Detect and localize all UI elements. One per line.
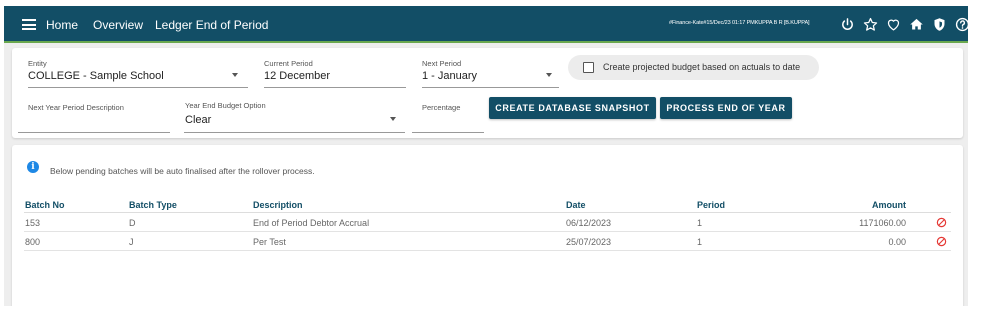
home-icon[interactable] [908, 16, 924, 32]
year-end-budget-label: Year End Budget Option [185, 101, 266, 110]
chevron-down-icon [232, 73, 238, 77]
current-period-label: Current Period [264, 59, 313, 68]
cell-batch-type: J [129, 237, 134, 247]
year-end-budget-option-select[interactable]: Year End Budget Option Clear [184, 101, 405, 133]
info-icon: i [27, 161, 39, 173]
cell-description: End of Period Debtor Accrual [253, 218, 370, 228]
pending-batches-panel: i Below pending batches will be auto fin… [12, 145, 963, 306]
star-icon[interactable] [862, 16, 878, 32]
entity-select[interactable]: Entity COLLEGE - Sample School [28, 59, 248, 88]
percentage-label: Percentage [422, 103, 461, 112]
process-end-of-year-button[interactable]: PROCESS END OF YEAR [660, 97, 792, 119]
power-icon[interactable] [839, 16, 855, 32]
entity-label: Entity [28, 59, 47, 68]
next-year-desc-label: Next Year Period Description [28, 103, 124, 112]
shield-icon[interactable] [931, 16, 947, 32]
nav-home[interactable]: Home [46, 18, 78, 32]
heart-icon[interactable] [885, 16, 901, 32]
chevron-down-icon [390, 117, 396, 121]
nav-ledger-end-of-period[interactable]: Ledger End of Period [155, 18, 268, 32]
next-year-period-description-field[interactable]: Next Year Period Description [18, 101, 170, 133]
cell-amount: 0.00 [888, 237, 906, 247]
cell-date: 06/12/2023 [566, 218, 612, 228]
end-of-period-form: Entity COLLEGE - Sample School Current P… [12, 48, 963, 138]
cell-batch-no: 800 [25, 237, 41, 247]
current-period-value: 12 December [264, 70, 331, 82]
cell-amount: 1171060.00 [859, 218, 906, 228]
nav-overview[interactable]: Overview [93, 18, 143, 32]
col-batch-type[interactable]: Batch Type [129, 200, 177, 210]
user-session-info: #Finance-Kate#15/Dec/23 01:17 PMKUPPA B … [669, 20, 810, 26]
entity-value: COLLEGE - Sample School [28, 70, 164, 82]
col-amount[interactable]: Amount [872, 200, 906, 210]
table-row[interactable]: 153 D End of Period Debtor Accrual 06/12… [24, 213, 951, 232]
cell-description: Per Test [253, 237, 286, 247]
help-icon[interactable] [954, 16, 968, 32]
table-row[interactable]: 800 J Per Test 25/07/2023 1 0.00 [24, 232, 951, 251]
cell-period: 1 [697, 237, 703, 247]
cell-batch-type: D [129, 218, 136, 228]
cell-batch-no: 153 [25, 218, 41, 228]
col-description[interactable]: Description [253, 200, 303, 210]
top-bar: Home Overview Ledger End of Period #Fina… [4, 6, 968, 43]
hamburger-menu-icon[interactable] [22, 19, 36, 30]
next-period-value: 1 - January [422, 70, 478, 82]
next-period-select[interactable]: Next Period 1 - January [422, 59, 559, 88]
year-end-budget-value: Clear [185, 114, 212, 126]
create-database-snapshot-button[interactable]: CREATE DATABASE SNAPSHOT [489, 97, 656, 119]
cancel-icon[interactable] [936, 236, 947, 247]
rollover-notice: Below pending batches will be auto final… [50, 166, 315, 176]
projected-budget-checkbox[interactable]: Create projected budget based on actuals… [568, 55, 819, 80]
col-batch-no[interactable]: Batch No [25, 200, 65, 210]
col-date[interactable]: Date [566, 200, 586, 210]
chevron-down-icon [546, 73, 552, 77]
app-frame: Home Overview Ledger End of Period #Fina… [4, 6, 968, 306]
cell-period: 1 [697, 218, 703, 228]
cancel-icon[interactable] [936, 217, 947, 228]
checkbox-icon[interactable] [583, 62, 594, 73]
col-period[interactable]: Period [697, 200, 725, 210]
cell-date: 25/07/2023 [566, 237, 612, 247]
projected-budget-label: Create projected budget based on actuals… [603, 62, 801, 72]
current-period-field[interactable]: Current Period 12 December [264, 59, 406, 88]
percentage-field[interactable]: Percentage [412, 101, 484, 133]
next-period-label: Next Period [422, 59, 462, 68]
